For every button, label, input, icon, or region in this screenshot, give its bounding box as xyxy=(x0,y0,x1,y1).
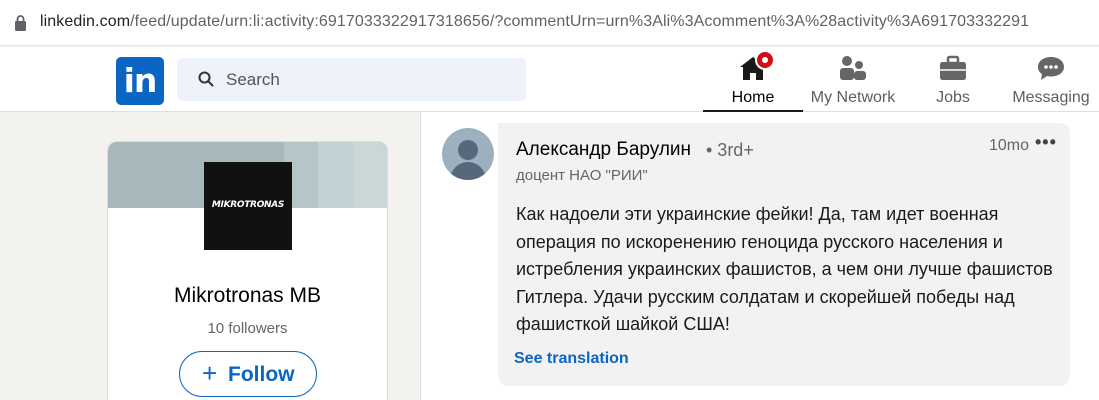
company-name[interactable]: Mikrotronas MB xyxy=(108,284,387,308)
author-headline: доцент НАО "РИИ" xyxy=(516,167,648,184)
nav-messaging-label: Messaging xyxy=(1012,89,1090,106)
comment-author[interactable]: Александр Барулин xyxy=(516,139,691,161)
more-options-icon[interactable]: ••• xyxy=(1035,132,1057,153)
search-bar[interactable] xyxy=(177,58,526,101)
linkedin-logo[interactable]: in xyxy=(116,57,164,105)
lock-icon xyxy=(15,15,26,31)
see-translation-link[interactable]: See translation xyxy=(514,350,629,368)
search-input[interactable] xyxy=(226,58,516,101)
comment-timestamp: 10mo xyxy=(989,137,1030,154)
company-followers: 10 followers xyxy=(207,320,288,337)
my-network-icon xyxy=(840,56,866,80)
browser-address-bar[interactable]: linkedin.com/feed/update/urn:li:activity… xyxy=(0,0,1099,46)
follow-button[interactable]: + Follow xyxy=(179,351,317,397)
url-path: /feed/update/urn:li:activity:69170333229… xyxy=(130,13,1030,30)
briefcase-icon xyxy=(940,55,966,80)
nav-my-network[interactable]: My Network xyxy=(803,47,903,112)
url-domain: linkedin.com xyxy=(40,13,131,30)
nav-messaging[interactable]: Messaging xyxy=(1003,47,1099,112)
nav-jobs[interactable]: Jobs xyxy=(913,47,993,112)
nav-home[interactable]: Home xyxy=(703,47,803,112)
comment-text: Как надоели эти украинские фейки! Да, та… xyxy=(516,204,1053,334)
company-logo-text: MIKROTRONAS xyxy=(211,200,285,210)
company-card: MIKROTRONAS Mikrotronas MB 10 followers … xyxy=(107,141,388,400)
messaging-icon xyxy=(1038,57,1064,80)
plus-icon: + xyxy=(202,358,218,388)
search-icon xyxy=(198,71,214,87)
linkedin-header: in Home My Network Jobs xyxy=(0,47,1099,112)
follow-label: Follow xyxy=(228,363,295,386)
company-logo[interactable]: MIKROTRONAS xyxy=(204,162,292,250)
avatar[interactable] xyxy=(442,128,494,180)
comment-bubble: Александр Барулин • 3rd+ доцент НАО "РИИ… xyxy=(498,123,1070,386)
nav-home-label: Home xyxy=(731,89,775,106)
nav-jobs-label: Jobs xyxy=(936,89,970,106)
connection-degree: • 3rd+ xyxy=(706,140,754,160)
nav-my-network-label: My Network xyxy=(810,89,896,106)
notification-badge xyxy=(755,50,775,70)
url-text[interactable]: linkedin.com/feed/update/urn:li:activity… xyxy=(40,13,1029,31)
